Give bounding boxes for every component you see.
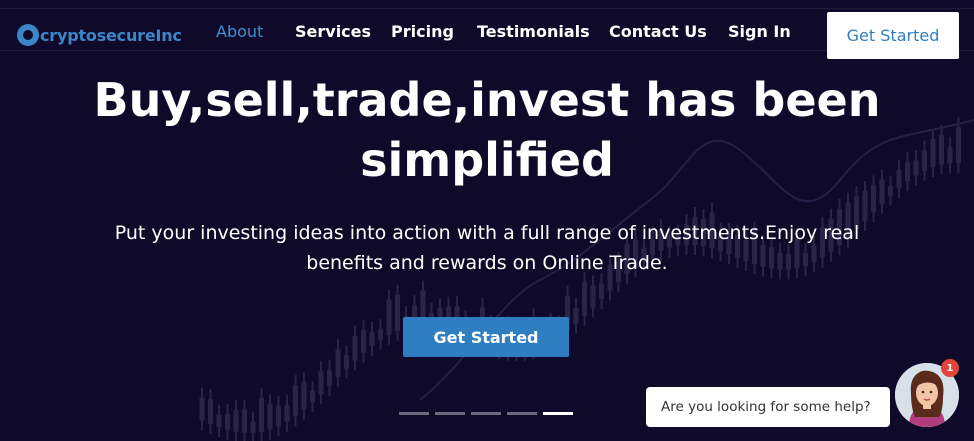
carousel-indicator-4[interactable] [507,412,537,415]
top-navigation: cryptosecureInc About Services Pricing T… [0,0,974,66]
hero-subtitle-line-1: Put your investing ideas into action wit… [114,222,860,244]
hero-get-started-button[interactable]: Get Started [403,317,569,357]
carousel-indicator-5[interactable] [543,412,573,415]
nav-link-sign-in[interactable]: Sign In [728,22,791,41]
nav-link-testimonials[interactable]: Testimonials [477,22,590,41]
chat-help-bubble[interactable]: Are you looking for some help? [646,387,890,427]
hero-title-line-2: simplified [360,133,614,187]
carousel-indicator-2[interactable] [435,412,465,415]
carousel-indicator-3[interactable] [471,412,501,415]
brand-name: cryptosecureInc [40,25,182,45]
chat-prompt-text: Are you looking for some help? [661,399,871,415]
carousel-indicator-1[interactable] [399,412,429,415]
hero-subtitle-line-2: benefits and rewards on Online Trade. [306,252,668,274]
bitcoin-logo-icon [17,24,39,46]
nav-link-services[interactable]: Services [295,22,371,41]
brand-logo[interactable]: cryptosecureInc [17,24,182,46]
nav-link-about[interactable]: About [216,22,263,41]
notification-badge: 1 [941,359,959,377]
nav-link-contact-us[interactable]: Contact Us [609,22,707,41]
header-get-started-button[interactable]: Get Started [827,12,959,59]
chat-launcher[interactable]: 1 [895,359,959,427]
hero-subtitle: Put your investing ideas into action wit… [90,218,884,278]
hero-title-line-1: Buy,sell,trade,invest has been [93,73,881,127]
nav-link-pricing[interactable]: Pricing [391,22,454,41]
hero-title: Buy,sell,trade,invest has been simplifie… [0,70,974,190]
